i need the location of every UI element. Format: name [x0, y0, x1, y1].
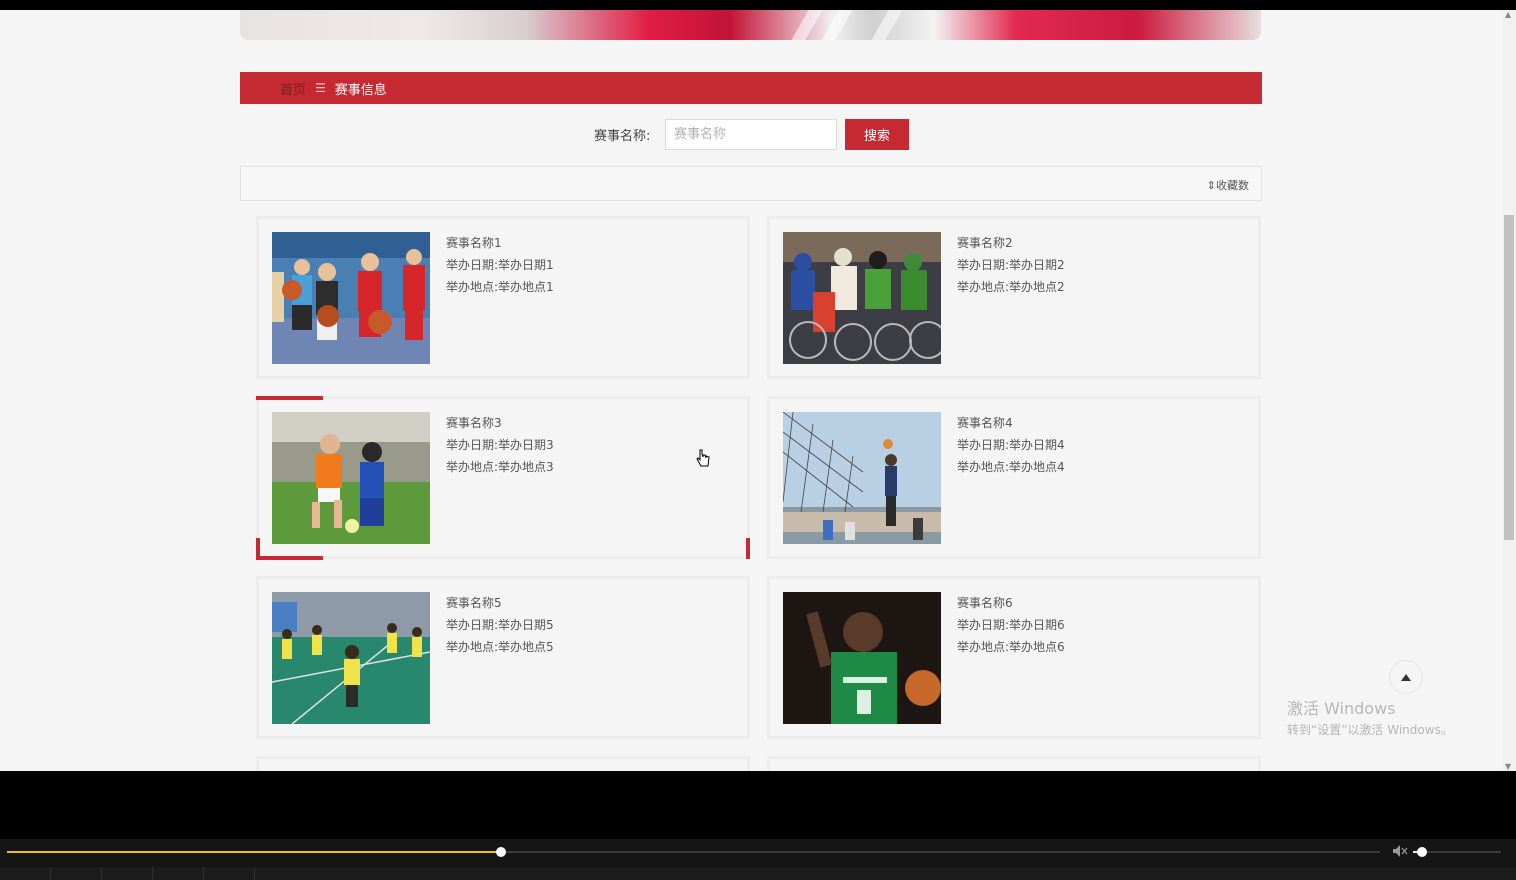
event-info: 赛事名称6 举办日期:举办日期6 举办地点:举办地点6 [957, 592, 1065, 658]
watermark-subtitle: 转到“设置”以激活 Windows。 [1287, 723, 1453, 737]
event-info: 赛事名称3 举办日期:举办日期3 举办地点:举办地点3 [446, 412, 554, 478]
event-info: 赛事名称2 举办日期:举办日期2 举办地点:举办地点2 [957, 232, 1065, 298]
back-to-top-button[interactable] [1389, 660, 1423, 694]
event-card[interactable]: 赛事名称3 举办日期:举办日期3 举办地点:举办地点3 [256, 396, 750, 559]
event-name[interactable]: 赛事名称4 [957, 412, 1065, 434]
event-place: 举办地点:举办地点1 [446, 280, 554, 294]
arrow-up-icon [1401, 673, 1411, 681]
event-place: 举办地点:举办地点6 [957, 640, 1065, 654]
event-date: 举办日期:举办日期6 [957, 618, 1065, 632]
breadcrumb: 首页 ☰ 赛事信息 [240, 72, 1262, 104]
event-card[interactable]: 赛事名称4 举办日期:举办日期4 举办地点:举办地点4 [767, 396, 1261, 559]
event-date: 举办日期:举办日期1 [446, 258, 554, 272]
hover-accent [746, 538, 750, 559]
event-name[interactable]: 赛事名称5 [446, 592, 554, 614]
sort-label: 收藏数 [1216, 179, 1249, 192]
taskbar-item[interactable] [153, 867, 204, 880]
windows-activation-watermark: 激活 Windows 转到“设置”以激活 Windows。 [1287, 695, 1453, 738]
video-player-controls [0, 771, 1516, 880]
event-info: 赛事名称1 举办日期:举办日期1 举办地点:举办地点1 [446, 232, 554, 298]
event-card[interactable]: 赛事名称5 举办日期:举办日期5 举办地点:举办地点5 [256, 576, 750, 739]
breadcrumb-home-link[interactable]: 首页 [280, 79, 306, 98]
event-card[interactable]: 赛事名称6 举办日期:举办日期6 举办地点:举办地点6 [767, 576, 1261, 739]
event-date: 举办日期:举办日期4 [957, 438, 1065, 452]
event-date: 举办日期:举办日期5 [446, 618, 554, 632]
seek-handle[interactable] [496, 847, 507, 857]
breadcrumb-current: 赛事信息 [334, 82, 387, 98]
event-info: 赛事名称4 举办日期:举办日期4 举办地点:举办地点4 [957, 412, 1065, 478]
banner-image [240, 10, 1261, 40]
event-image-badminton[interactable] [272, 592, 430, 724]
taskbar-item[interactable] [0, 867, 51, 880]
breadcrumb-separator-icon: ☰ [315, 81, 326, 95]
event-image-kids-basketball[interactable] [272, 232, 430, 364]
event-image-kids-football[interactable] [272, 412, 430, 544]
browser-viewport: 首页 ☰ 赛事信息 赛事名称: 搜索 ⇕收藏数 [0, 10, 1502, 771]
scroll-down-icon[interactable]: ▼ [1505, 762, 1511, 771]
sort-bar: ⇕收藏数 [240, 166, 1262, 201]
event-name[interactable]: 赛事名称1 [446, 232, 554, 254]
event-card-partial[interactable] [256, 756, 750, 771]
search-label: 赛事名称: [594, 129, 651, 144]
event-name[interactable]: 赛事名称6 [957, 592, 1065, 614]
scroll-up-icon[interactable]: ▲ [1505, 10, 1511, 19]
event-place: 举办地点:举办地点2 [957, 280, 1065, 294]
taskbar-item[interactable] [102, 867, 153, 880]
search-form: 赛事名称: 搜索 [594, 119, 909, 150]
volume-handle[interactable] [1416, 847, 1427, 857]
watermark-title: 激活 Windows [1287, 699, 1396, 718]
hand-cursor-icon [696, 449, 710, 467]
event-place: 举办地点:举办地点5 [446, 640, 554, 654]
top-black-bar [0, 0, 1516, 10]
event-place: 举办地点:举办地点4 [957, 460, 1065, 474]
event-name[interactable]: 赛事名称2 [957, 232, 1065, 254]
event-image-volleyball[interactable] [783, 412, 941, 544]
seek-progress [7, 851, 502, 853]
taskbar [0, 867, 1516, 880]
volume-slider[interactable] [1413, 847, 1501, 857]
event-name[interactable]: 赛事名称3 [446, 412, 554, 434]
search-input[interactable] [665, 119, 837, 150]
sort-by-favorites-button[interactable]: ⇕收藏数 [1207, 177, 1249, 193]
taskbar-item[interactable] [204, 867, 255, 880]
event-card[interactable]: 赛事名称1 举办日期:举办日期1 举办地点:举办地点1 [256, 216, 750, 379]
event-info: 赛事名称5 举办日期:举办日期5 举办地点:举办地点5 [446, 592, 554, 658]
vertical-scrollbar[interactable]: ▲ ▼ [1502, 10, 1516, 771]
event-image-boston-basketball[interactable] [783, 592, 941, 724]
scrollbar-thumb[interactable] [1504, 215, 1514, 540]
hover-accent [256, 396, 323, 400]
search-button[interactable]: 搜索 [845, 119, 909, 150]
player-control-bar [0, 839, 1516, 867]
event-place: 举办地点:举办地点3 [446, 460, 554, 474]
hover-accent [256, 556, 323, 560]
volume-icon[interactable] [1392, 844, 1408, 858]
taskbar-item[interactable] [51, 867, 102, 880]
sort-icon: ⇕ [1206, 179, 1216, 192]
event-card-partial[interactable] [767, 756, 1261, 771]
seek-bar[interactable] [7, 847, 1380, 857]
event-card[interactable]: 赛事名称2 举办日期:举办日期2 举办地点:举办地点2 [767, 216, 1261, 379]
event-date: 举办日期:举办日期3 [446, 438, 554, 452]
event-date: 举办日期:举办日期2 [957, 258, 1065, 272]
event-image-cycling-race[interactable] [783, 232, 941, 364]
